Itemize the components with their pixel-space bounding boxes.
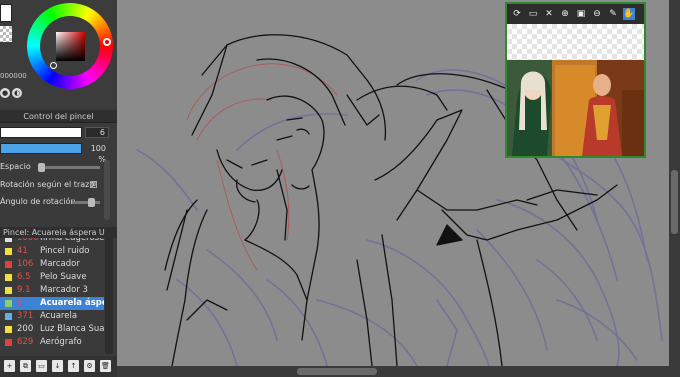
brush-size-value[interactable]: 6 xyxy=(85,127,109,138)
vertical-scroll-thumb[interactable] xyxy=(671,170,678,234)
brush-item[interactable]: 6.5 Pelo Suave xyxy=(0,271,104,284)
navigator-toolbar: ⟳ ▭ ✕ ⊕ ▣ ⊖ ✎ ✋ xyxy=(507,4,644,24)
rotation-angle-slider[interactable] xyxy=(72,198,100,207)
export-icon[interactable]: ↑ xyxy=(68,360,79,372)
saturation-value-square[interactable] xyxy=(56,32,85,61)
wheel-inner xyxy=(40,16,100,76)
opacity-fill xyxy=(1,144,81,153)
opacity-value: 100 % xyxy=(90,144,106,164)
brush-color-swatch xyxy=(5,274,12,281)
delete-icon[interactable]: 🗑 xyxy=(100,360,111,372)
brush-color-swatch xyxy=(5,287,12,294)
primary-color-swatch[interactable] xyxy=(0,4,12,22)
copy-icon[interactable]: ▭ xyxy=(36,360,47,372)
hand-icon[interactable]: ✋ xyxy=(623,8,635,20)
brush-name-label: Pelo Suave xyxy=(40,272,87,282)
brush-item[interactable]: 629 Aerógrafo xyxy=(0,336,104,349)
brush-size-label: 1000 xyxy=(17,238,39,243)
color-panel: 000000 ● ◐ xyxy=(0,0,117,108)
brush-list-scrollbar[interactable] xyxy=(105,238,113,354)
brush-item[interactable]: 200 Luz Blanca Suave xyxy=(0,323,104,336)
brush-color-swatch xyxy=(5,248,12,255)
fit-icon[interactable]: ▣ xyxy=(575,8,587,20)
transparent-color-swatch[interactable] xyxy=(0,26,12,42)
brush-name-label: Pincel ruido xyxy=(40,246,90,256)
brush-name-label: Aerógrafo xyxy=(40,337,82,347)
brush-panel-header[interactable]: Pincel: Acuarela áspera U xyxy=(0,227,117,238)
left-panel: 000000 ● ◐ Control del pincel 6 100 % Es… xyxy=(0,0,117,377)
brush-color-swatch xyxy=(5,313,12,320)
brush-name-label: Luz Blanca Suave xyxy=(40,324,104,334)
brush-name-label: firma edgerose xyxy=(40,238,104,243)
eyedropper-icon[interactable]: ✎ xyxy=(607,8,619,20)
brush-color-swatch xyxy=(5,339,12,346)
hex-value-label: 000000 xyxy=(0,72,27,80)
opacity-slider[interactable] xyxy=(0,143,82,154)
brush-item[interactable]: 41 Pincel ruido xyxy=(0,245,104,258)
brush-toolbar: + ⧉ ▭ ↓ ↑ ⚙ 🗑 xyxy=(0,356,117,377)
brush-size-label: 371 xyxy=(17,311,34,321)
brush-item[interactable]: 371 Acuarela xyxy=(0,310,104,323)
spacing-slider[interactable] xyxy=(38,163,100,172)
brush-item[interactable]: 1000 firma edgerose xyxy=(0,238,104,245)
import-icon[interactable]: ↓ xyxy=(52,360,63,372)
brush-name-label: Acuarela xyxy=(40,311,78,321)
brush-color-swatch xyxy=(5,238,12,242)
hue-cursor[interactable] xyxy=(103,38,111,46)
brush-size-slider[interactable] xyxy=(0,127,82,138)
brush-size-label: 106 xyxy=(17,259,34,269)
brush-size-label: 629 xyxy=(17,337,34,347)
settings-icon[interactable]: ⚙ xyxy=(84,360,95,372)
brush-item[interactable]: 6 Acuarela áspe xyxy=(0,297,104,310)
brush-name-label: Marcador xyxy=(40,259,80,269)
zoom-out-icon[interactable]: ⊖ xyxy=(591,8,603,20)
brush-name-label: Marcador 3 xyxy=(40,285,88,295)
brush-control-scrollbar[interactable] xyxy=(104,160,110,220)
duplicate-icon[interactable]: ⧉ xyxy=(20,360,31,372)
color-settings-icon[interactable]: ◐ xyxy=(12,88,22,98)
brush-color-swatch xyxy=(5,326,12,333)
brush-size-label: 200 xyxy=(17,324,34,334)
brush-size-label: 41 xyxy=(17,246,28,256)
brush-color-swatch xyxy=(5,300,12,307)
close-icon[interactable]: ✕ xyxy=(543,8,555,20)
open-icon[interactable]: ▭ xyxy=(527,8,539,20)
palette-icon[interactable]: ● xyxy=(0,88,10,98)
brush-item[interactable]: 106 Marcador xyxy=(0,258,104,271)
brush-control-header[interactable]: Control del pincel xyxy=(0,110,117,123)
angle-knob[interactable] xyxy=(88,198,95,207)
brush-size-label: 6 xyxy=(17,298,23,308)
brush-size-label: 6.5 xyxy=(17,272,31,282)
brush-size-label: 9.1 xyxy=(17,285,31,295)
rotation-follow-label: Rotación según el trazo xyxy=(0,180,95,189)
flip-icon[interactable]: ⟳ xyxy=(511,8,523,20)
brush-item[interactable]: 9.1 Marcador 3 xyxy=(0,284,104,297)
hue-wheel[interactable] xyxy=(27,3,113,89)
navigator-transparent-area xyxy=(507,24,644,60)
preview-artwork xyxy=(507,60,644,156)
canvas-horizontal-scrollbar[interactable] xyxy=(117,366,680,377)
navigator-preview-image[interactable] xyxy=(507,60,644,156)
horizontal-scroll-thumb[interactable] xyxy=(297,368,377,375)
rotation-follow-checkbox[interactable]: ⊠ xyxy=(90,181,97,188)
spacing-knob[interactable] xyxy=(38,163,45,172)
brush-name-label: Acuarela áspe xyxy=(40,298,104,308)
navigator-panel[interactable]: ⟳ ▭ ✕ ⊕ ▣ ⊖ ✎ ✋ xyxy=(505,2,646,158)
canvas-vertical-scrollbar[interactable] xyxy=(669,0,680,366)
brush-list: 1000 firma edgerose 41 Pincel ruido 106 Marca… xyxy=(0,238,104,354)
sv-cursor[interactable] xyxy=(50,62,57,69)
new-brush-icon[interactable]: + xyxy=(4,360,15,372)
zoom-in-icon[interactable]: ⊕ xyxy=(559,8,571,20)
brush-color-swatch xyxy=(5,261,12,268)
